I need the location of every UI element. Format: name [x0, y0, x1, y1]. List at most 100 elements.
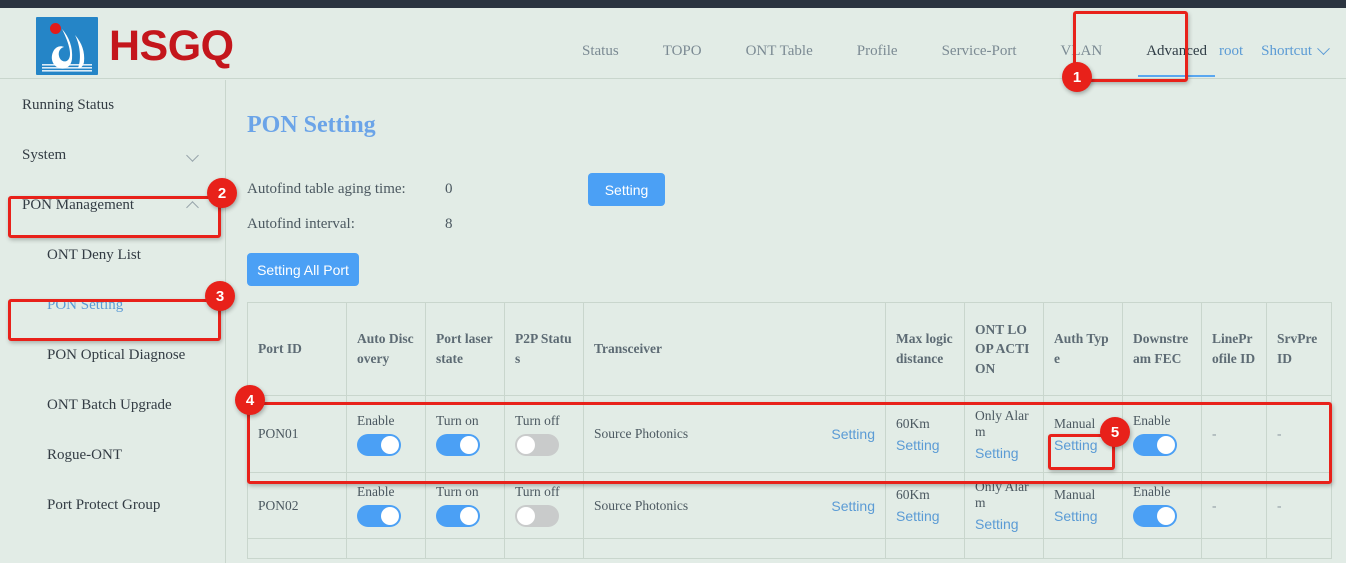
nav-item-vlan[interactable]: VLAN: [1039, 16, 1125, 87]
auto-discovery-toggle[interactable]: [357, 434, 401, 456]
auth-type-setting-link-pon02[interactable]: Setting: [1054, 508, 1112, 524]
col-auto-discovery: Auto Discovery: [347, 303, 426, 396]
port-laser-state-label: Turn on: [436, 484, 494, 500]
app-root: HSGQ Status TOPO ONT Table Profile Servi…: [0, 0, 1346, 563]
autofind-interval-label: Autofind interval:: [247, 216, 355, 233]
cell-ont-loop-action: Only Alarm Setting: [965, 473, 1044, 539]
sidebar-item-ont-batch-upgrade[interactable]: ONT Batch Upgrade: [0, 380, 225, 430]
shortcut-menu[interactable]: Shortcut: [1261, 43, 1328, 60]
main-nav: Status TOPO ONT Table Profile Service-Po…: [560, 16, 1229, 87]
sidebar-item-label: PON Management: [22, 197, 134, 214]
port-laser-state-label: Turn on: [436, 413, 494, 429]
cell-line-profile-id: -: [1202, 396, 1267, 473]
col-srv-pre-id: SrvPre ID: [1267, 303, 1332, 396]
sidebar-item-pon-setting[interactable]: PON Setting: [0, 280, 225, 330]
cell-max-logic-distance: 60Km Setting: [886, 396, 965, 473]
sidebar-item-label: Port Protect Group: [47, 497, 160, 514]
table-row-pon02[interactable]: PON02 Enable Turn on: [248, 473, 1332, 539]
cell-port-id: PON01: [248, 396, 347, 473]
col-auth-type: Auth Type: [1044, 303, 1123, 396]
cell-port-laser-state: Turn on: [426, 396, 505, 473]
hsgq-logo-icon: [36, 17, 98, 75]
downstream-fec-toggle[interactable]: [1133, 434, 1177, 456]
setting-all-port-button[interactable]: Setting All Port: [247, 253, 359, 286]
sidebar-item-rogue-ont[interactable]: Rogue-ONT: [0, 430, 225, 480]
sidebar-item-system[interactable]: System: [0, 130, 225, 180]
max-logic-distance-value: 60Km: [896, 487, 954, 503]
cell-transceiver: Source Photonics Setting: [584, 396, 886, 473]
col-port-id: Port ID: [248, 303, 347, 396]
cell-transceiver: Source Photonics Setting: [584, 473, 886, 539]
p2p-status-toggle[interactable]: [515, 505, 559, 527]
cell-p2p-status: Turn off: [505, 396, 584, 473]
sidebar-item-pon-optical-diagnose[interactable]: PON Optical Diagnose: [0, 330, 225, 380]
nav-item-advanced[interactable]: Advanced: [1124, 16, 1229, 87]
cell-port-id: PON02: [248, 473, 347, 539]
transceiver-setting-link[interactable]: Setting: [831, 498, 875, 514]
nav-item-topo[interactable]: TOPO: [641, 16, 724, 87]
max-logic-distance-setting-link[interactable]: Setting: [896, 437, 954, 453]
cell-auth-type: Manual Setting: [1044, 473, 1123, 539]
sidebar-item-label: Rogue-ONT: [47, 447, 122, 464]
ont-loop-action-value: Only Alarm: [975, 408, 1033, 440]
auto-discovery-toggle[interactable]: [357, 505, 401, 527]
chevron-down-icon: [186, 149, 199, 162]
col-ont-loop-action: ONT LOOP ACTION: [965, 303, 1044, 396]
table-row-pon01[interactable]: PON01 Enable Turn on: [248, 396, 1332, 473]
col-port-laser-state: Port laser state: [426, 303, 505, 396]
auth-type-value: Manual: [1054, 416, 1112, 432]
sidebar-item-running-status[interactable]: Running Status: [0, 80, 225, 130]
cell-downstream-fec: Enable: [1123, 396, 1202, 473]
cell-auto-discovery: Enable: [347, 396, 426, 473]
setting-button[interactable]: Setting: [588, 173, 665, 206]
ont-loop-action-setting-link[interactable]: Setting: [975, 445, 1033, 461]
auth-type-value: Manual: [1054, 487, 1112, 503]
page-title: PON Setting: [247, 112, 376, 139]
transceiver-setting-link[interactable]: Setting: [831, 426, 875, 442]
sidebar-item-label: Running Status: [22, 97, 114, 114]
cell-downstream-fec: Enable: [1123, 473, 1202, 539]
col-p2p-status: P2P Status: [505, 303, 584, 396]
p2p-status-label: Turn off: [515, 413, 573, 429]
cell-line-profile-id: -: [1202, 473, 1267, 539]
autofind-interval-value: 8: [445, 216, 453, 233]
pon-settings-table: Port ID Auto Discovery Port laser state …: [247, 302, 1332, 559]
sidebar-item-label: System: [22, 147, 66, 164]
cell-auth-type: Manual Setting: [1044, 396, 1123, 473]
nav-item-service-port[interactable]: Service-Port: [920, 16, 1039, 87]
auth-type-setting-link-pon01[interactable]: Setting: [1054, 437, 1112, 453]
p2p-status-label: Turn off: [515, 484, 573, 500]
cell-srv-pre-id: -: [1267, 473, 1332, 539]
ont-loop-action-value: Only Alarm: [975, 479, 1033, 511]
autofind-aging-time-label: Autofind table aging time:: [247, 181, 406, 198]
downstream-fec-toggle[interactable]: [1133, 505, 1177, 527]
table-row-partial[interactable]: [248, 539, 1332, 559]
max-logic-distance-setting-link[interactable]: Setting: [896, 508, 954, 524]
cell-max-logic-distance: 60Km Setting: [886, 473, 965, 539]
p2p-status-toggle[interactable]: [515, 434, 559, 456]
user-area: root Shortcut: [1219, 16, 1328, 87]
brand-logo[interactable]: HSGQ: [36, 17, 234, 75]
cell-p2p-status: Turn off: [505, 473, 584, 539]
col-transceiver: Transceiver: [584, 303, 886, 396]
nav-item-status[interactable]: Status: [560, 16, 641, 87]
sidebar-item-label: PON Setting: [47, 297, 123, 314]
sidebar-item-port-protect-group[interactable]: Port Protect Group: [0, 480, 225, 530]
sidebar: Running Status System PON Management ONT…: [0, 80, 226, 563]
nav-item-ont-table[interactable]: ONT Table: [724, 16, 835, 87]
port-laser-state-toggle[interactable]: [436, 434, 480, 456]
downstream-fec-label: Enable: [1133, 413, 1191, 429]
ont-loop-action-setting-link[interactable]: Setting: [975, 516, 1033, 532]
nav-item-profile[interactable]: Profile: [835, 16, 920, 87]
col-downstream-fec: Downstream FEC: [1123, 303, 1202, 396]
col-max-logic-distance: Max logic distance: [886, 303, 965, 396]
brand-name: HSGQ: [109, 25, 234, 68]
sidebar-item-ont-deny-list[interactable]: ONT Deny List: [0, 230, 225, 280]
chevron-down-icon: [1317, 42, 1330, 55]
port-laser-state-toggle[interactable]: [436, 505, 480, 527]
current-user[interactable]: root: [1219, 43, 1243, 60]
max-logic-distance-value: 60Km: [896, 416, 954, 432]
sidebar-item-pon-management[interactable]: PON Management: [0, 180, 225, 230]
transceiver-value: Source Photonics: [594, 426, 688, 442]
chevron-up-icon: [186, 201, 199, 214]
